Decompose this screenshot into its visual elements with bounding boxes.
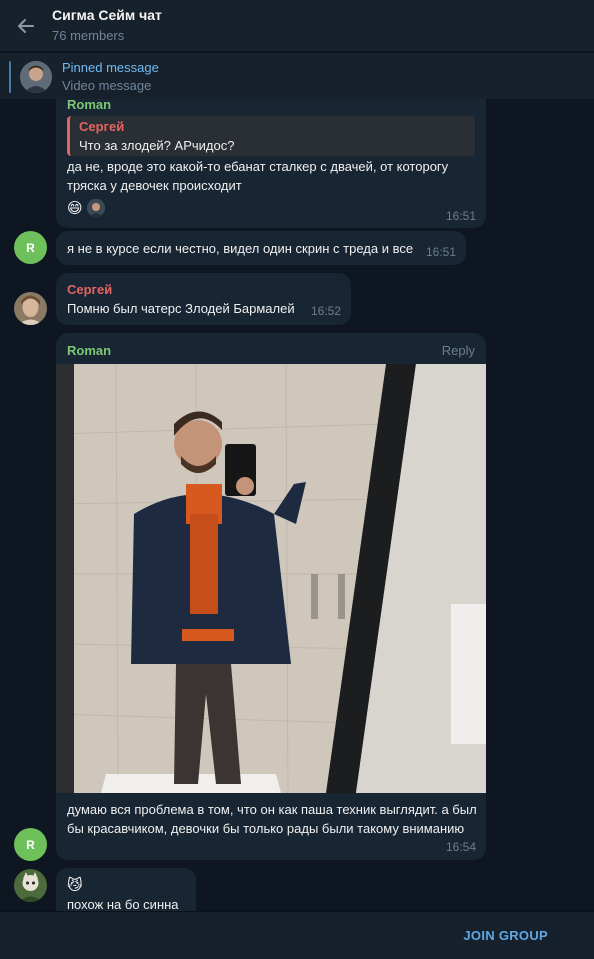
sender-name[interactable]: Roman xyxy=(67,99,111,112)
back-arrow-icon[interactable] xyxy=(12,12,40,40)
message-time: 16:54 xyxy=(445,840,476,854)
sender-name[interactable]: Сергей xyxy=(67,282,112,297)
message-text: Помню был чатерс Злодей Бармалей xyxy=(67,301,295,316)
pinned-message-bar[interactable]: Pinned message Video message xyxy=(0,53,594,99)
message-bubble[interactable]: 😼 похож на бо синна xyxy=(56,868,196,911)
sender-name[interactable]: Roman xyxy=(67,343,111,358)
message-time: 16:51 xyxy=(425,245,456,259)
chat-title[interactable]: Сигма Сейм чат xyxy=(52,7,162,23)
avatar[interactable]: R xyxy=(14,828,47,861)
reactor-avatar xyxy=(87,199,106,217)
reactions[interactable]: 😄 xyxy=(67,199,106,221)
message-text: я не в курсе если честно, видел один скр… xyxy=(67,241,414,256)
pinned-text: Video message xyxy=(62,78,152,93)
message-bubble[interactable]: Roman Reply думаю вся проблема в том, чт… xyxy=(56,333,486,860)
photo[interactable] xyxy=(56,363,486,794)
reply-sender: Сергей xyxy=(79,119,125,134)
reply-button[interactable]: Reply xyxy=(442,343,475,358)
message-text: да не, вроде это какой-то ебанат сталкер… xyxy=(67,159,449,193)
bottom-bar: JOIN GROUP xyxy=(0,911,594,959)
pinned-indicator xyxy=(9,61,11,93)
message-time: 16:52 xyxy=(310,304,341,318)
avatar[interactable] xyxy=(14,292,47,325)
message-time: 16:51 xyxy=(445,209,476,223)
reply-quote[interactable]: Сергей Что за злодей? АРчидос? xyxy=(67,116,475,156)
chat-history[interactable]: Roman Сергей Что за злодей? АРчидос? да … xyxy=(0,99,594,911)
message-bubble[interactable]: Сергей Помню был чатерс Злодей Бармалей … xyxy=(56,273,351,325)
reply-text: Что за злодей? АРчидос? xyxy=(79,138,235,153)
avatar[interactable]: R xyxy=(14,231,47,264)
message-bubble[interactable]: Roman Сергей Что за злодей? АРчидос? да … xyxy=(56,99,486,228)
members-count: 76 members xyxy=(52,28,125,43)
chat-header: Сигма Сейм чат 76 members xyxy=(0,0,594,52)
reaction-emoji[interactable]: 😄 xyxy=(67,200,83,217)
message-bubble[interactable]: я не в курсе если честно, видел один скр… xyxy=(56,231,466,265)
message-emoji: 😼 xyxy=(67,877,83,894)
join-group-button[interactable]: JOIN GROUP xyxy=(463,928,548,943)
message-text: думаю вся проблема в том, что он как паш… xyxy=(67,802,477,836)
pinned-thumbnail xyxy=(20,61,52,93)
pinned-title: Pinned message xyxy=(62,60,159,75)
message-text: похож на бо синна xyxy=(67,897,179,911)
avatar[interactable] xyxy=(14,869,47,902)
